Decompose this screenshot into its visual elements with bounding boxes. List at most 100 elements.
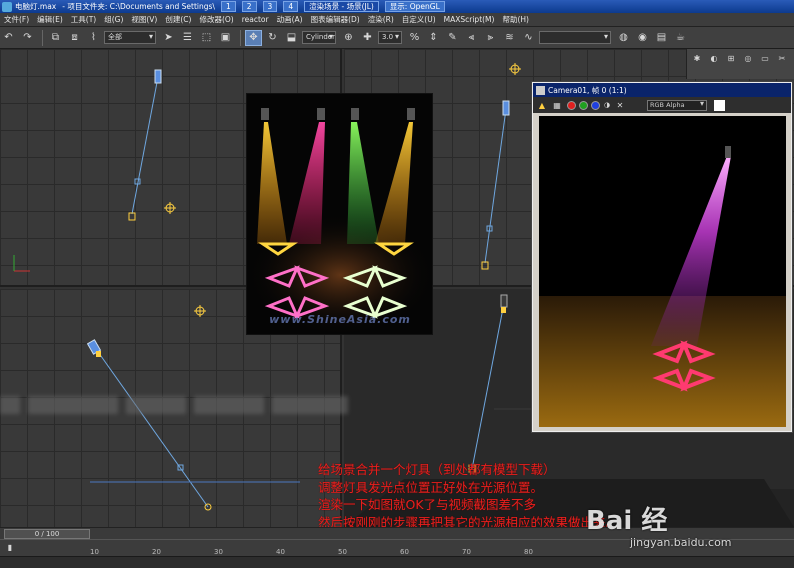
note-line-2: 调整灯具发光点位置正好处在光源位置。 xyxy=(318,479,544,495)
tutorial-notes: 给场景合并一个灯具（到处都有模型下载） 调整灯具发光点位置正好处在光源位置。 渲… xyxy=(318,461,778,531)
reference-stage-light-photo: www.ShineAsia.com xyxy=(246,93,433,335)
menu-rendering[interactable]: 渲染(R) xyxy=(364,14,398,25)
menu-modifiers[interactable]: 修改器(O) xyxy=(195,14,237,25)
ruler-tick-20: 20 xyxy=(152,548,161,556)
taskbar-display-opengl[interactable]: 显示: OpenGL xyxy=(384,1,445,12)
ruler-tick-10: 10 xyxy=(90,548,99,556)
toolbar-separator xyxy=(42,29,43,46)
window-title-file: 电脑灯.max xyxy=(15,2,57,11)
green-channel-toggle[interactable] xyxy=(579,100,588,110)
menu-file[interactable]: 文件(F) xyxy=(0,14,33,25)
quick-render-icon[interactable]: ☕ xyxy=(672,30,689,46)
menu-customize[interactable]: 自定义(U) xyxy=(398,14,440,25)
app-icon xyxy=(2,1,12,12)
photo-watermark: www.ShineAsia.com xyxy=(269,313,411,326)
menu-view[interactable]: 视图(V) xyxy=(127,14,161,25)
hierarchy-tab-icon[interactable]: ⊞ xyxy=(724,52,738,64)
clone-window-icon[interactable]: ▦ xyxy=(552,100,562,110)
blurred-region xyxy=(0,396,360,418)
ruler-tick-50: 50 xyxy=(338,548,347,556)
align-icon[interactable]: ⫸ xyxy=(482,30,499,46)
ruler-tick-30: 30 xyxy=(214,548,223,556)
menu-animation[interactable]: 动画(A) xyxy=(273,14,307,25)
select-by-name-icon[interactable]: ☰ xyxy=(179,30,196,46)
channel-dropdown[interactable]: RGB Alpha xyxy=(647,99,707,111)
taskbar-render-scene[interactable]: 渲染场景 - 场景(JL) xyxy=(304,1,379,12)
link-icon[interactable]: ⧉ xyxy=(47,30,64,46)
named-selection-icon[interactable]: ✎ xyxy=(444,30,461,46)
scale-icon[interactable]: ⬓ xyxy=(283,30,300,46)
utilities-tab-icon[interactable]: ✂ xyxy=(775,52,789,64)
note-line-1: 给场景合并一个灯具（到处都有模型下载） xyxy=(318,462,556,477)
spinner-field[interactable]: 3.0 xyxy=(378,31,402,44)
stage-light-beams xyxy=(247,108,432,334)
unlink-icon[interactable]: ⧈ xyxy=(66,30,83,46)
window-title-project: - 项目文件夹: C:\Documents and Settings\ xyxy=(62,2,215,11)
move-icon[interactable]: ✥ xyxy=(245,29,262,46)
menu-reactor[interactable]: reactor xyxy=(238,15,273,24)
render-window-icon xyxy=(536,85,545,95)
layer-icon[interactable]: ≋ xyxy=(501,30,518,46)
blue-channel-toggle[interactable] xyxy=(591,100,600,110)
region-select-icon[interactable]: ⬚ xyxy=(198,30,215,46)
title-bar: 电脑灯.max - 项目文件夹: C:\Documents and Settin… xyxy=(0,0,794,13)
menu-graph-editors[interactable]: 图表编辑器(D) xyxy=(307,14,364,25)
main-toolbar: ↶ ↷ ⧉ ⧈ ⌇ 全部 ➤ ☰ ⬚ ▣ ✥ ↻ ⬓ Cylinder ⊕ ✚ … xyxy=(0,27,794,49)
camera-window-toolbar: ▲ ▦ ◑ ✕ RGB Alpha xyxy=(533,97,791,113)
selection-filter-dropdown[interactable]: 全部 xyxy=(104,31,156,44)
spinner-snap-icon[interactable]: ⇕ xyxy=(425,30,442,46)
manipulate-icon[interactable]: ✚ xyxy=(359,30,376,46)
primitive-dropdown[interactable]: Cylinder xyxy=(302,31,336,44)
ruler-tick-60: 60 xyxy=(400,548,409,556)
display-tab-icon[interactable]: ▭ xyxy=(758,52,772,64)
undo-icon[interactable]: ↶ xyxy=(0,30,17,46)
red-channel-toggle[interactable] xyxy=(567,100,576,110)
note-line-3: 渲染一下如图就OK了与视频截图差不多 xyxy=(318,497,537,512)
motion-tab-icon[interactable]: ◎ xyxy=(741,52,755,64)
taskbar-button-4[interactable]: 4 xyxy=(283,1,299,12)
toolbar-separator xyxy=(240,29,241,46)
camera-render-window[interactable]: Camera01, 帧 0 (1:1) ▲ ▦ ◑ ✕ RGB Alpha xyxy=(532,82,792,432)
material-editor-icon[interactable]: ◍ xyxy=(615,30,632,46)
taskbar-button-2[interactable]: 2 xyxy=(241,1,257,12)
menu-create[interactable]: 创建(C) xyxy=(161,14,195,25)
bind-spacewarp-icon[interactable]: ⌇ xyxy=(85,30,102,46)
window-crossing-icon[interactable]: ▣ xyxy=(217,30,234,46)
baidu-watermark-logo: Bai 经 xyxy=(586,506,668,536)
render-icon[interactable]: ▤ xyxy=(653,30,670,46)
percent-snap-icon[interactable]: % xyxy=(406,30,423,46)
monochrome-toggle-icon[interactable]: ◑ xyxy=(603,100,611,110)
camera-render-view xyxy=(539,116,786,427)
time-slider-handle[interactable]: 0 / 100 xyxy=(4,529,90,539)
ruler-tick-70: 70 xyxy=(462,548,471,556)
create-tab-icon[interactable]: ✱ xyxy=(690,52,704,64)
track-bar-toggle-icon[interactable]: ▮ xyxy=(4,541,16,553)
modify-tab-icon[interactable]: ◐ xyxy=(707,52,721,64)
color-swatch[interactable] xyxy=(714,99,725,111)
select-arrow-icon[interactable]: ➤ xyxy=(160,30,177,46)
menu-edit[interactable]: 编辑(E) xyxy=(33,14,67,25)
taskbar-button-1[interactable]: 1 xyxy=(220,1,236,12)
taskbar-button-3[interactable]: 3 xyxy=(262,1,278,12)
mirror-icon[interactable]: ⫷ xyxy=(463,30,480,46)
rotate-icon[interactable]: ↻ xyxy=(264,30,281,46)
camera-window-title: Camera01, 帧 0 (1:1) xyxy=(548,85,627,95)
menu-bar: 文件(F) 编辑(E) 工具(T) 组(G) 视图(V) 创建(C) 修改器(O… xyxy=(0,13,794,27)
menu-help[interactable]: 帮助(H) xyxy=(498,14,533,25)
menu-group[interactable]: 组(G) xyxy=(100,14,127,25)
curve-editor-icon[interactable]: ∿ xyxy=(520,30,537,46)
named-set-dropdown[interactable] xyxy=(539,31,611,44)
ruler-tick-80: 80 xyxy=(524,548,533,556)
render-setup-icon[interactable]: ◉ xyxy=(634,30,651,46)
menu-tools[interactable]: 工具(T) xyxy=(67,14,100,25)
redo-icon[interactable]: ↷ xyxy=(19,30,36,46)
ruler-tick-40: 40 xyxy=(276,548,285,556)
command-panel-tabs: ✱ ◐ ⊞ ◎ ▭ ✂ xyxy=(686,49,794,79)
save-bitmap-icon[interactable]: ▲ xyxy=(537,100,547,110)
pivot-icon[interactable]: ⊕ xyxy=(340,30,357,46)
menu-maxscript[interactable]: MAXScript(M) xyxy=(440,15,499,24)
camera-render-image xyxy=(539,146,786,427)
camera-window-titlebar[interactable]: Camera01, 帧 0 (1:1) xyxy=(533,83,791,97)
baidu-watermark-url: jingyan.baidu.com xyxy=(630,536,732,549)
clear-icon[interactable]: ✕ xyxy=(616,100,624,110)
